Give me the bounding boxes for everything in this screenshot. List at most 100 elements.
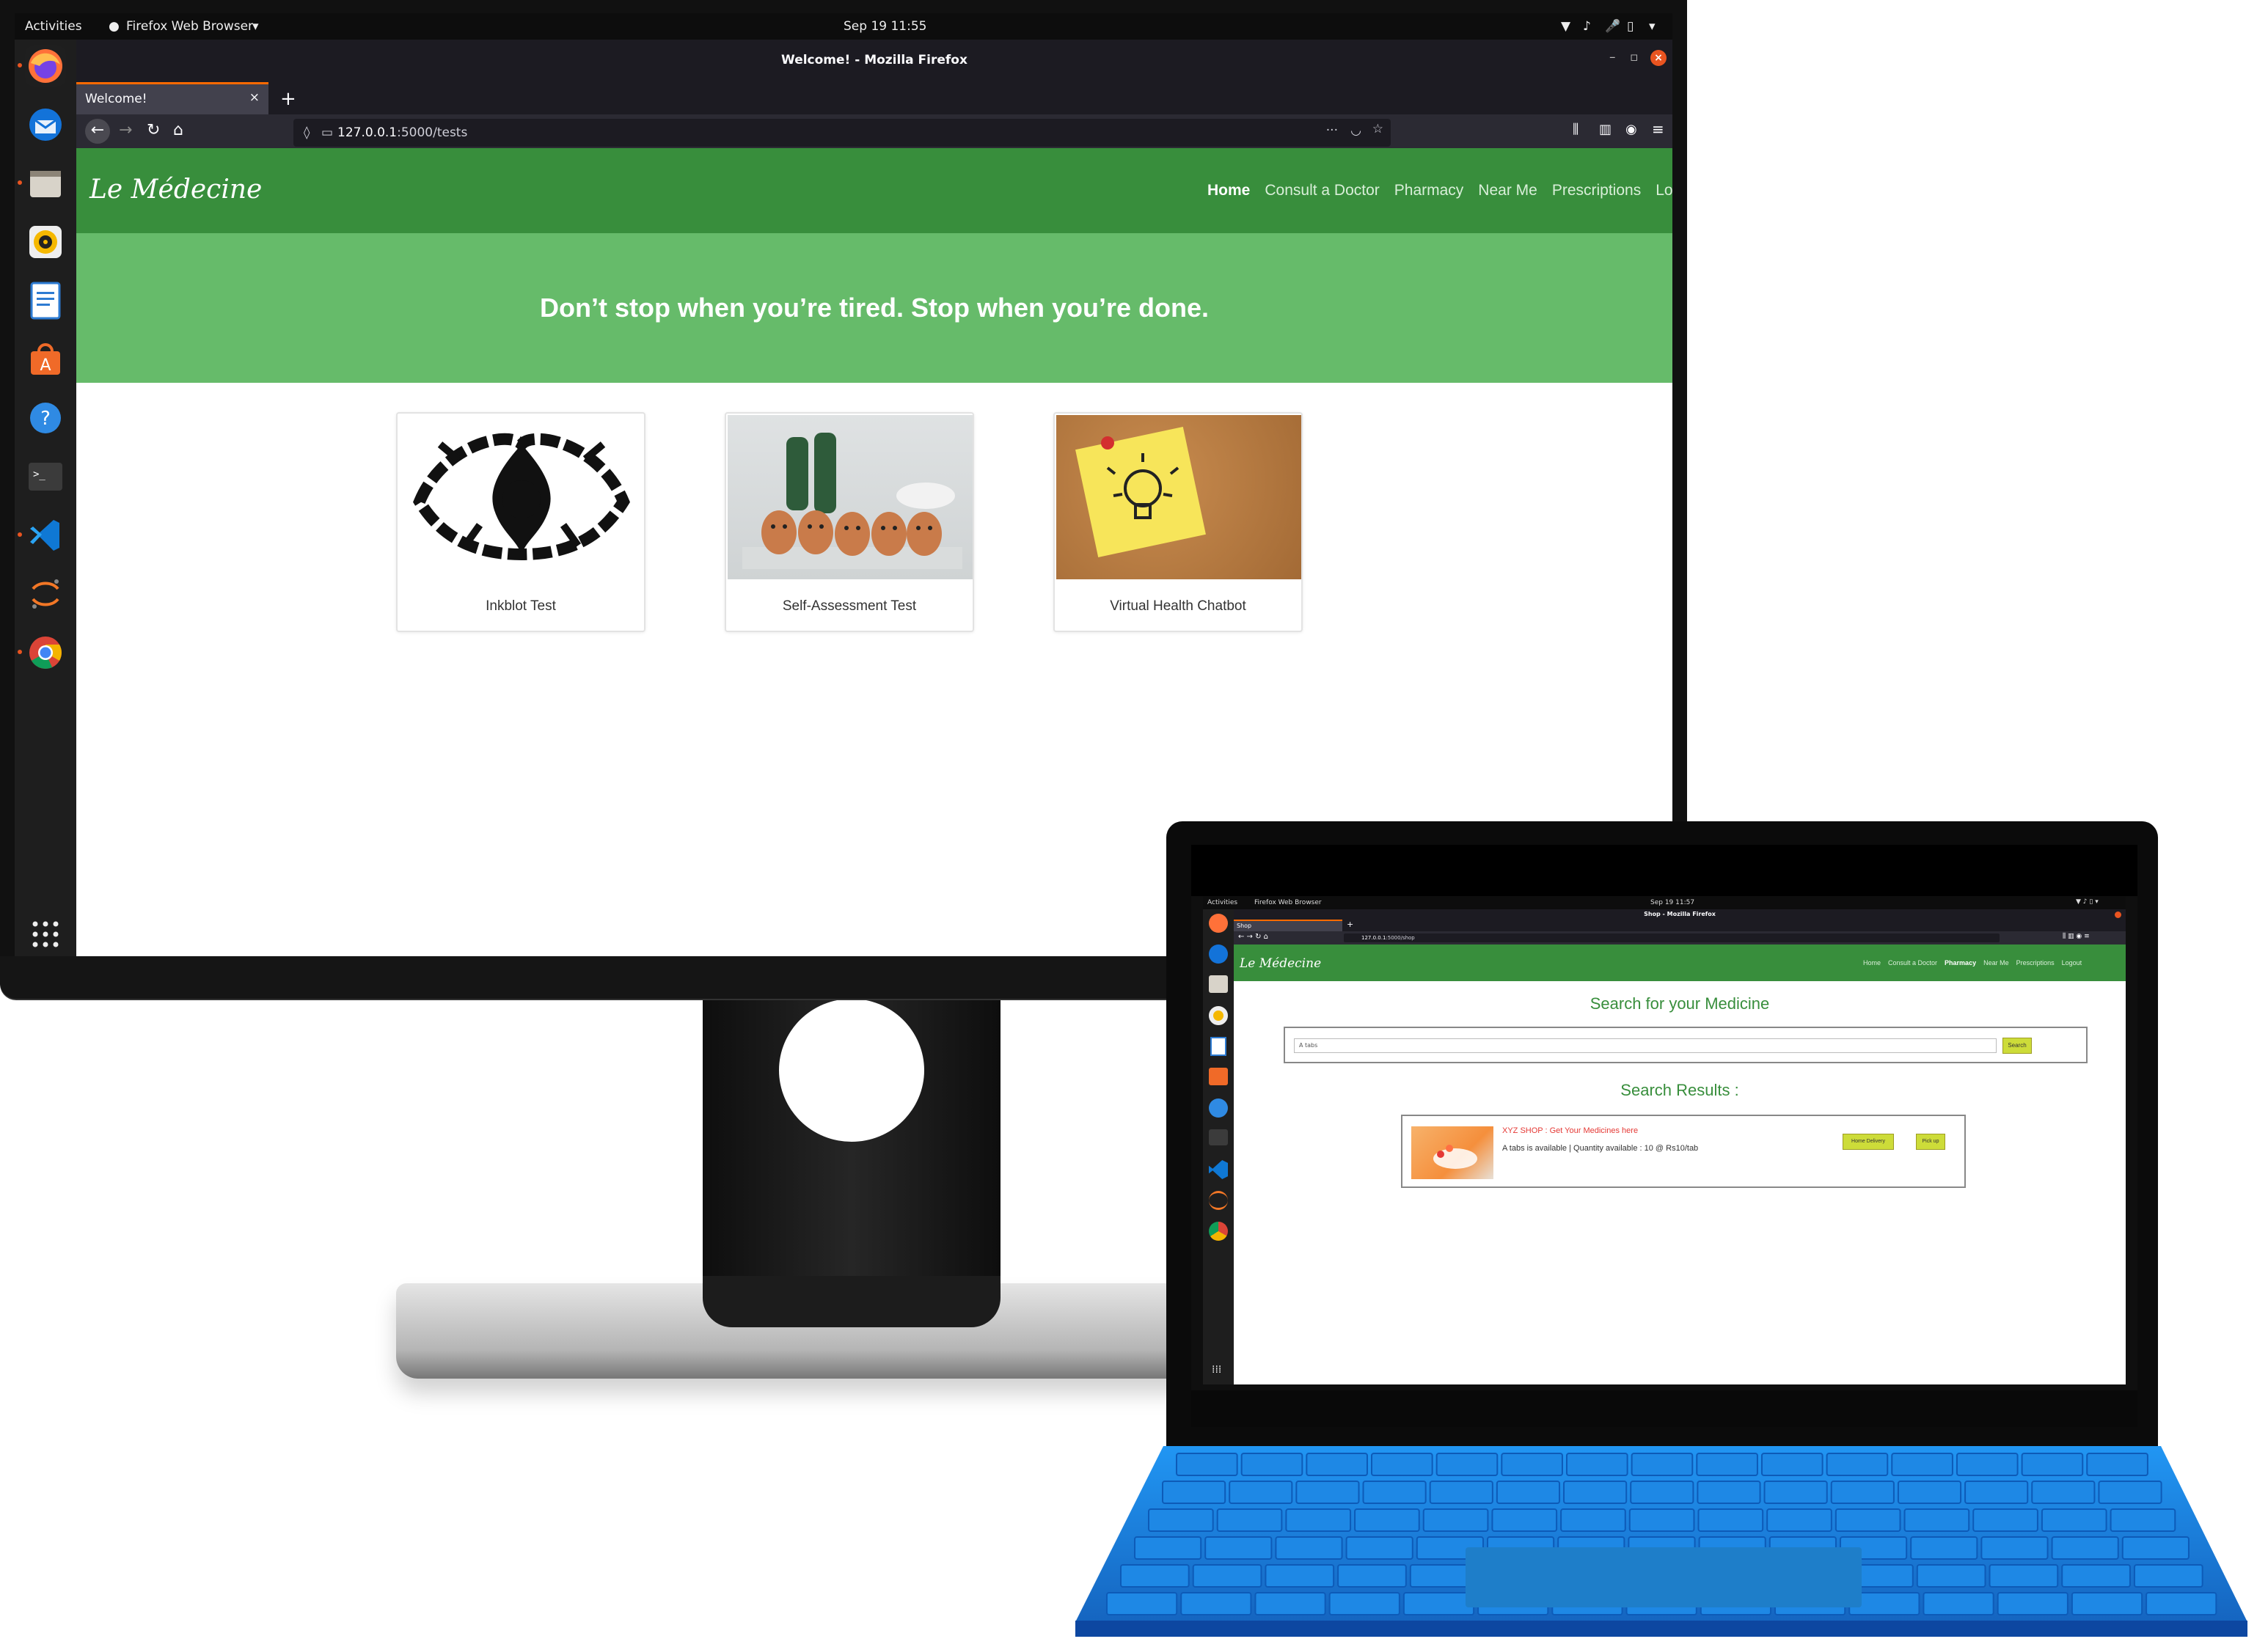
keyboard-key[interactable]: [1697, 1508, 1764, 1532]
keyboard-key[interactable]: [2071, 1592, 2143, 1615]
writer-icon[interactable]: [25, 280, 66, 321]
keyboard-key[interactable]: [1560, 1508, 1626, 1532]
keyboard-key[interactable]: [1891, 1453, 1953, 1476]
keyboard-key[interactable]: [2061, 1564, 2131, 1588]
sidebar-icon[interactable]: ▥: [1599, 122, 1612, 137]
terminal-icon[interactable]: >_: [25, 456, 66, 497]
keyboard-key[interactable]: [1830, 1481, 1895, 1504]
laptop-vscode-icon[interactable]: [1209, 1160, 1228, 1179]
close-tab-icon[interactable]: ×: [249, 90, 260, 105]
laptop-thunderbird-icon[interactable]: [1209, 944, 1228, 964]
vscode-icon[interactable]: [25, 515, 66, 556]
laptop-nav-prescriptions[interactable]: Prescriptions: [2016, 959, 2055, 966]
microphone-icon[interactable]: 🎤: [1605, 19, 1620, 34]
keyboard-key[interactable]: [2021, 1453, 2084, 1476]
laptop-new-tab-icon[interactable]: +: [1347, 920, 1353, 929]
thunderbird-icon[interactable]: [25, 104, 66, 145]
keyboard-key[interactable]: [1496, 1481, 1561, 1504]
site-logo[interactable]: Le Médecine: [89, 175, 262, 205]
laptop-help-icon[interactable]: [1209, 1098, 1228, 1118]
menu-icon[interactable]: ≡: [1652, 120, 1664, 138]
laptop-trackpad[interactable]: [1466, 1547, 1862, 1607]
laptop-nav-consult[interactable]: Consult a Doctor: [1888, 959, 1937, 966]
laptop-nav-logout[interactable]: Logout: [2062, 959, 2082, 966]
tab-welcome[interactable]: Welcome! ×: [76, 82, 268, 117]
laptop-app-menu[interactable]: Firefox Web Browser: [1254, 899, 1322, 906]
keyboard-key[interactable]: [2098, 1481, 2162, 1504]
keyboard-key[interactable]: [1176, 1453, 1238, 1476]
laptop-nav-home[interactable]: Home: [1863, 959, 1881, 966]
keyboard-key[interactable]: [1834, 1508, 1901, 1532]
laptop-chrome-icon[interactable]: [1209, 1222, 1228, 1241]
keyboard-key[interactable]: [2041, 1508, 2107, 1532]
keyboard-key[interactable]: [1429, 1481, 1493, 1504]
keyboard-key[interactable]: [1134, 1536, 1202, 1560]
keyboard-key[interactable]: [1422, 1508, 1489, 1532]
laptop-system-icons[interactable]: ▼ ♪ ▯ ▾: [2076, 898, 2099, 906]
keyboard-key[interactable]: [1240, 1453, 1303, 1476]
laptop-jupyter-icon[interactable]: [1209, 1191, 1228, 1210]
laptop-firefox-icon[interactable]: [1209, 914, 1228, 933]
keyboard-key[interactable]: [1285, 1508, 1352, 1532]
keyboard-key[interactable]: [2031, 1481, 2096, 1504]
search-input[interactable]: A tabs: [1294, 1038, 1997, 1053]
keyboard-key[interactable]: [1362, 1481, 1427, 1504]
card-inkblot-test[interactable]: Inkblot Test: [396, 412, 645, 632]
laptop-tab-shop[interactable]: Shop: [1234, 920, 1342, 931]
page-actions-icon[interactable]: ···: [1326, 123, 1338, 138]
nav-pharmacy[interactable]: Pharmacy: [1394, 182, 1464, 199]
jupyter-icon[interactable]: [25, 573, 66, 615]
close-window-icon[interactable]: ×: [1650, 50, 1667, 66]
keyboard-key[interactable]: [1897, 1481, 1962, 1504]
battery-icon[interactable]: ▯: [1627, 19, 1634, 34]
keyboard-key[interactable]: [1923, 1592, 1994, 1615]
nav-logout[interactable]: Logout: [1656, 182, 1672, 199]
nav-prescriptions[interactable]: Prescriptions: [1552, 182, 1641, 199]
laptop-back-icon[interactable]: ← → ↻ ⌂: [1238, 933, 1268, 941]
keyboard-key[interactable]: [1204, 1536, 1273, 1560]
keyboard-key[interactable]: [1265, 1564, 1335, 1588]
keyboard-key[interactable]: [1980, 1536, 2049, 1560]
keyboard-key[interactable]: [2133, 1564, 2203, 1588]
laptop-writer-icon[interactable]: [1210, 1037, 1226, 1056]
laptop-clock[interactable]: Sep 19 11:57: [1650, 899, 1694, 906]
library-icon[interactable]: ⫼: [1573, 122, 1579, 137]
keyboard-key[interactable]: [1997, 1592, 2068, 1615]
keyboard-key[interactable]: [1491, 1508, 1558, 1532]
laptop-activities[interactable]: Activities: [1207, 899, 1237, 906]
nav-near-me[interactable]: Near Me: [1478, 182, 1537, 199]
app-menu[interactable]: Firefox Web Browser: [126, 19, 253, 34]
new-tab-icon[interactable]: +: [280, 88, 296, 110]
reload-icon[interactable]: ↻: [147, 121, 160, 139]
keyboard-key[interactable]: [1192, 1564, 1262, 1588]
volume-icon[interactable]: ♪: [1583, 19, 1591, 34]
laptop-toolbar-icons[interactable]: ⫼ ▥ ◉ ≡: [2063, 933, 2090, 940]
laptop-show-apps-icon[interactable]: ⁞⁞⁞: [1212, 1364, 1221, 1376]
keyboard-key[interactable]: [1763, 1481, 1828, 1504]
keyboard-key[interactable]: [1910, 1536, 1978, 1560]
result-shop-name[interactable]: XYZ SHOP : Get Your Medicines here: [1502, 1126, 1638, 1135]
keyboard-key[interactable]: [2086, 1453, 2148, 1476]
laptop-files-icon[interactable]: [1209, 975, 1228, 993]
minimize-icon[interactable]: –: [1609, 50, 1616, 65]
clock[interactable]: Sep 19 11:55: [844, 19, 926, 34]
keyboard-key[interactable]: [1631, 1453, 1694, 1476]
card-self-assessment[interactable]: Self-Assessment Test: [725, 412, 974, 632]
firefox-icon[interactable]: [25, 45, 66, 87]
keyboard-key[interactable]: [1328, 1592, 1400, 1615]
laptop-terminal-icon[interactable]: [1209, 1129, 1228, 1145]
laptop-close-window-icon[interactable]: [2115, 911, 2121, 918]
pick-up-button[interactable]: Pick up: [1916, 1134, 1945, 1150]
wifi-icon[interactable]: ▼: [1561, 19, 1570, 34]
laptop-rhythmbox-icon[interactable]: [1209, 1006, 1228, 1025]
keyboard-key[interactable]: [1254, 1592, 1326, 1615]
keyboard-key[interactable]: [1345, 1536, 1413, 1560]
url-bar[interactable]: ◊ ▭ 127.0.0.1:5000/tests ··· ◡ ☆: [293, 119, 1391, 147]
keyboard-key[interactable]: [1306, 1453, 1368, 1476]
home-delivery-button[interactable]: Home Delivery: [1843, 1134, 1894, 1150]
keyboard-key[interactable]: [1964, 1481, 2029, 1504]
keyboard-key[interactable]: [1697, 1481, 1761, 1504]
keyboard-key[interactable]: [1216, 1508, 1283, 1532]
home-icon[interactable]: ⌂: [173, 121, 183, 139]
keyboard-key[interactable]: [1162, 1481, 1226, 1504]
